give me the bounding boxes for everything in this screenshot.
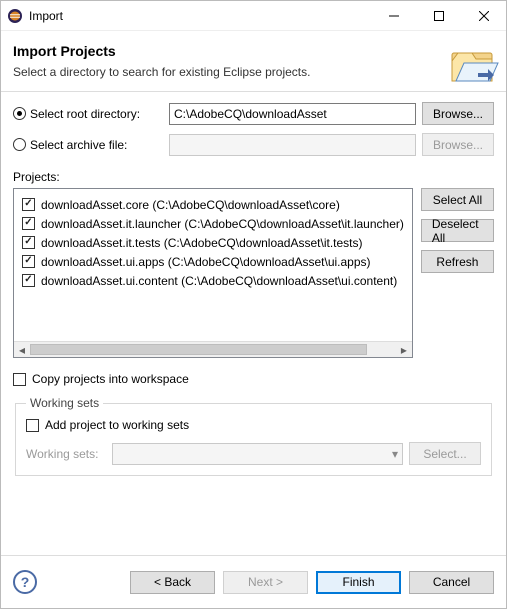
scroll-right-icon[interactable]: ▸ [396, 342, 412, 358]
minimize-button[interactable] [371, 1, 416, 30]
refresh-button[interactable]: Refresh [421, 250, 494, 273]
cancel-button[interactable]: Cancel [409, 571, 494, 594]
radio-icon [13, 107, 26, 120]
page-subtitle: Select a directory to search for existin… [13, 65, 310, 79]
browse-root-button[interactable]: Browse... [422, 102, 494, 125]
projects-list[interactable]: downloadAsset.core (C:\AdobeCQ\downloadA… [13, 188, 413, 358]
checkbox-icon [22, 274, 35, 287]
root-dir-label: Select root directory: [30, 107, 140, 121]
content-area: Select root directory: Browse... Select … [1, 92, 506, 555]
window-title: Import [29, 9, 371, 23]
copy-projects-option[interactable]: Copy projects into workspace [13, 372, 494, 386]
checkbox-icon [22, 198, 35, 211]
copy-projects-label: Copy projects into workspace [32, 372, 189, 386]
working-sets-legend: Working sets [26, 396, 103, 410]
archive-file-label: Select archive file: [30, 138, 127, 152]
project-item[interactable]: downloadAsset.ui.apps (C:\AdobeCQ\downlo… [18, 252, 408, 271]
wizard-header: Import Projects Select a directory to se… [1, 31, 506, 91]
browse-archive-button: Browse... [422, 133, 494, 156]
titlebar: Import [1, 1, 506, 31]
page-title: Import Projects [13, 43, 310, 59]
projects-label: Projects: [13, 170, 494, 184]
working-sets-group: Working sets Add project to working sets… [15, 396, 492, 476]
radio-icon [13, 138, 26, 151]
working-sets-combo: ▾ [112, 443, 403, 465]
project-label: downloadAsset.ui.content (C:\AdobeCQ\dow… [41, 274, 397, 288]
archive-file-option[interactable]: Select archive file: [13, 138, 163, 152]
chevron-down-icon: ▾ [392, 447, 398, 461]
deselect-all-button[interactable]: Deselect All [421, 219, 494, 242]
checkbox-icon [13, 373, 26, 386]
import-folder-icon [444, 37, 500, 96]
scroll-thumb[interactable] [30, 344, 367, 355]
maximize-button[interactable] [416, 1, 461, 30]
finish-button[interactable]: Finish [316, 571, 401, 594]
scroll-left-icon[interactable]: ◂ [14, 342, 30, 358]
project-item[interactable]: downloadAsset.it.tests (C:\AdobeCQ\downl… [18, 233, 408, 252]
horizontal-scrollbar[interactable]: ◂ ▸ [14, 341, 412, 357]
checkbox-icon [22, 255, 35, 268]
import-dialog: Import Import Projects Select a director… [0, 0, 507, 609]
project-label: downloadAsset.core (C:\AdobeCQ\downloadA… [41, 198, 340, 212]
project-label: downloadAsset.ui.apps (C:\AdobeCQ\downlo… [41, 255, 371, 269]
add-to-working-sets-label: Add project to working sets [45, 418, 189, 432]
working-sets-label: Working sets: [26, 447, 106, 461]
help-icon[interactable]: ? [13, 570, 37, 594]
add-to-working-sets-option[interactable]: Add project to working sets [26, 418, 481, 432]
select-all-button[interactable]: Select All [421, 188, 494, 211]
project-label: downloadAsset.it.tests (C:\AdobeCQ\downl… [41, 236, 363, 250]
project-item[interactable]: downloadAsset.ui.content (C:\AdobeCQ\dow… [18, 271, 408, 290]
archive-file-input [169, 134, 416, 156]
project-item[interactable]: downloadAsset.core (C:\AdobeCQ\downloadA… [18, 195, 408, 214]
button-bar: ? < Back Next > Finish Cancel [1, 555, 506, 608]
root-dir-input[interactable] [169, 103, 416, 125]
close-button[interactable] [461, 1, 506, 30]
back-button[interactable]: < Back [130, 571, 215, 594]
checkbox-icon [26, 419, 39, 432]
root-dir-option[interactable]: Select root directory: [13, 107, 163, 121]
project-label: downloadAsset.it.launcher (C:\AdobeCQ\do… [41, 217, 404, 231]
eclipse-icon [7, 8, 23, 24]
checkbox-icon [22, 236, 35, 249]
select-working-sets-button: Select... [409, 442, 481, 465]
checkbox-icon [22, 217, 35, 230]
next-button: Next > [223, 571, 308, 594]
project-item[interactable]: downloadAsset.it.launcher (C:\AdobeCQ\do… [18, 214, 408, 233]
